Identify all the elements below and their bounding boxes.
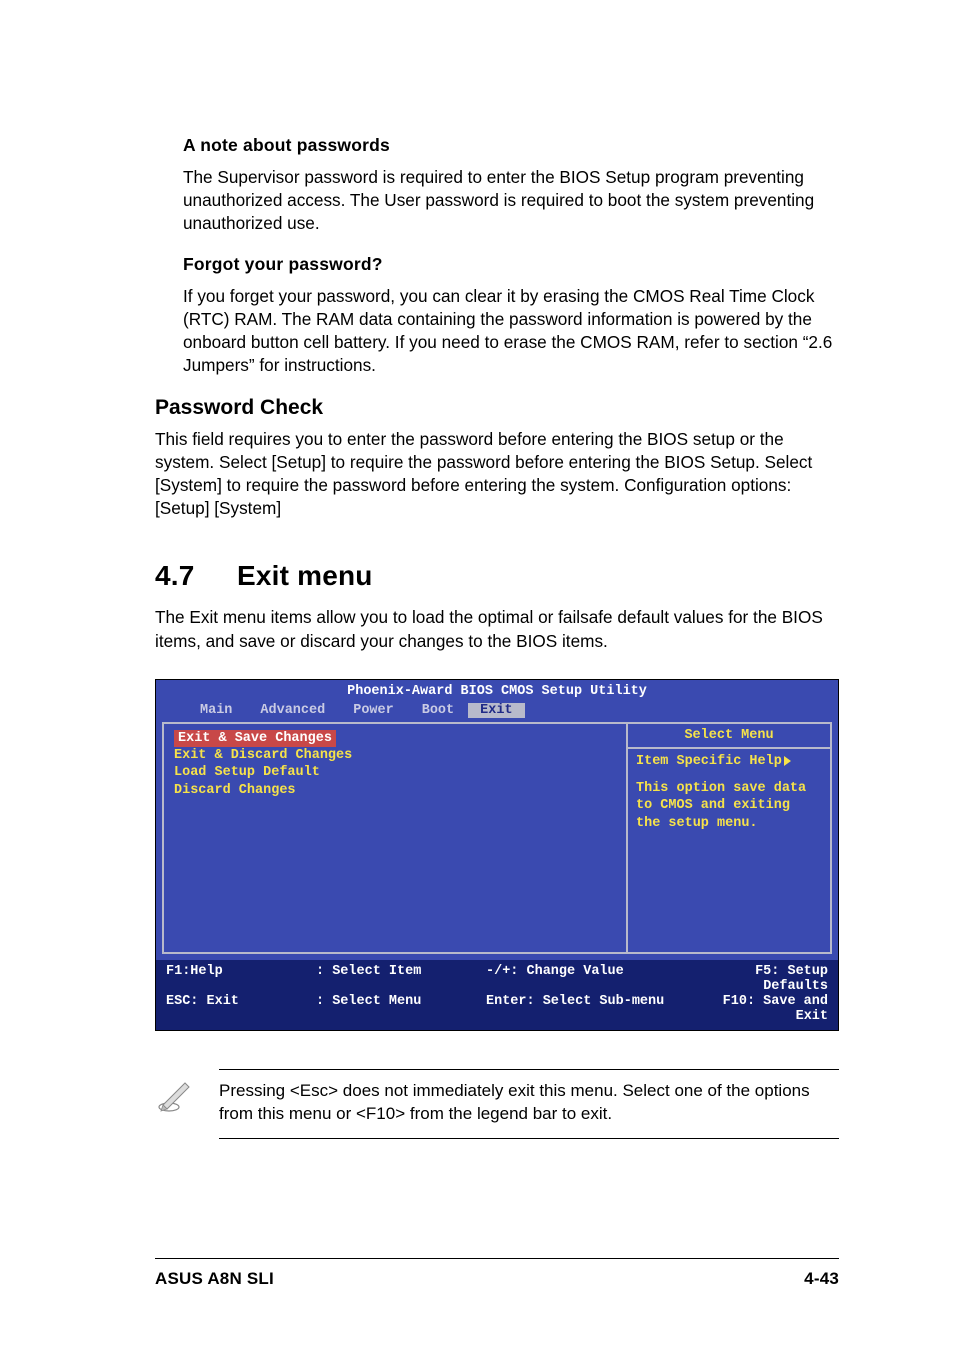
legend-select-menu: : Select Menu bbox=[316, 994, 486, 1024]
bios-screenshot: Phoenix-Award BIOS CMOS Setup Utility Ma… bbox=[155, 679, 839, 1031]
bios-help-text: This option save data to CMOS and exitin… bbox=[636, 780, 822, 832]
note-text: Pressing <Esc> does not immediately exit… bbox=[219, 1069, 839, 1139]
legend-change-value: -/+: Change Value bbox=[486, 964, 686, 994]
bios-menubar: Main Advanced Power Boot Exit bbox=[156, 701, 838, 722]
bios-help-panel: Item Specific Help This option save data… bbox=[626, 749, 832, 954]
legend-f1: F1:Help bbox=[166, 964, 316, 994]
bios-item-exit-discard[interactable]: Exit & Discard Changes bbox=[174, 747, 616, 764]
bios-tab-main[interactable]: Main bbox=[186, 703, 246, 718]
pencil-note-icon bbox=[155, 1069, 199, 1120]
footer-page-number: 4-43 bbox=[804, 1269, 839, 1289]
section-title: Exit menu bbox=[237, 560, 373, 591]
triangle-right-icon bbox=[784, 756, 791, 766]
legend-enter: Enter: Select Sub-menu bbox=[486, 994, 686, 1024]
footer-product: ASUS A8N SLI bbox=[155, 1269, 274, 1289]
bios-title: Phoenix-Award BIOS CMOS Setup Utility bbox=[156, 680, 838, 701]
section-number: 4.7 bbox=[155, 560, 237, 592]
legend-esc: ESC: Exit bbox=[166, 994, 316, 1024]
bios-item-load-default[interactable]: Load Setup Default bbox=[174, 764, 616, 781]
para-exit-menu: The Exit menu items allow you to load th… bbox=[155, 606, 839, 652]
legend-select-item: : Select Item bbox=[316, 964, 486, 994]
legend-f10: F10: Save and Exit bbox=[686, 994, 828, 1024]
para-note-passwords: The Supervisor password is required to e… bbox=[183, 166, 839, 236]
bios-tab-advanced[interactable]: Advanced bbox=[246, 703, 339, 718]
bios-item-exit-save[interactable]: Exit & Save Changes bbox=[174, 730, 336, 747]
bios-item-discard-changes[interactable]: Discard Changes bbox=[174, 782, 616, 799]
bios-legend-bar: F1:Help : Select Item -/+: Change Value … bbox=[156, 960, 838, 1030]
heading-note-passwords: A note about passwords bbox=[183, 135, 839, 156]
heading-password-check: Password Check bbox=[155, 396, 839, 420]
bios-help-panel-title: Select Menu bbox=[626, 722, 832, 749]
legend-f5: F5: Setup Defaults bbox=[686, 964, 828, 994]
bios-tab-power[interactable]: Power bbox=[339, 703, 408, 718]
para-forgot-password: If you forget your password, you can cle… bbox=[183, 285, 839, 378]
bios-tab-exit[interactable]: Exit bbox=[468, 703, 524, 718]
bios-items-panel: Exit & Save Changes Exit & Discard Chang… bbox=[162, 722, 626, 954]
bios-help-title: Item Specific Help bbox=[636, 753, 782, 770]
bios-tab-boot[interactable]: Boot bbox=[408, 703, 468, 718]
heading-exit-menu: 4.7Exit menu bbox=[155, 560, 839, 592]
para-password-check: This field requires you to enter the pas… bbox=[155, 428, 839, 521]
page-footer: ASUS A8N SLI 4-43 bbox=[155, 1258, 839, 1289]
heading-forgot-password: Forgot your password? bbox=[183, 254, 839, 275]
